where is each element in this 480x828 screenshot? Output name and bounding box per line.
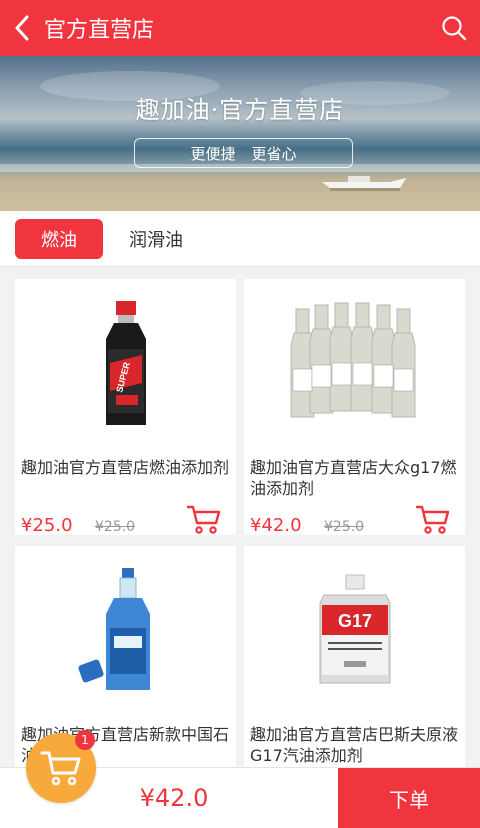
- product-image: [244, 279, 465, 449]
- chevron-left-icon: [15, 15, 29, 41]
- product-price: ¥42.0: [250, 515, 302, 535]
- search-icon: [442, 16, 467, 41]
- svg-text:G17: G17: [337, 611, 371, 631]
- total-price: ¥42.0: [139, 784, 209, 812]
- product-price: ¥25.0: [21, 515, 73, 535]
- product-original-price: ¥25.0: [324, 519, 365, 535]
- back-button[interactable]: [2, 0, 42, 56]
- place-order-button[interactable]: 下单: [338, 768, 480, 828]
- banner-tag-convenient: 更便捷: [190, 144, 236, 163]
- search-button[interactable]: [438, 12, 470, 44]
- shopping-cart-icon: [40, 751, 81, 786]
- product-card[interactable]: SUPER 趣加油官方直营店燃油添加剂 ¥25.0 ¥25.0: [15, 279, 236, 535]
- cart-count-badge: 1: [75, 730, 95, 750]
- banner-tag-worry-free: 更省心: [251, 144, 297, 163]
- category-tabs: 燃油 润滑油: [0, 211, 480, 267]
- header-bar: 官方直营店: [0, 0, 480, 56]
- page: 官方直营店 趣加油·官方直营店 更便捷 更省心 燃油 润滑油 SUPER 趣加油…: [0, 0, 480, 828]
- add-to-cart-icon[interactable]: [186, 503, 222, 535]
- product-name: 趣加油官方直营店燃油添加剂: [21, 458, 230, 477]
- product-name: 趣加油官方直营店巴斯夫原液G17汽油添加剂: [250, 725, 459, 765]
- tab-lubricant[interactable]: 润滑油: [112, 219, 200, 259]
- product-card[interactable]: 趣加油官方直营店大众g17燃油添加剂 ¥42.0 ¥25.0: [244, 279, 465, 535]
- product-name: 趣加油官方直营店大众g17燃油添加剂: [250, 458, 457, 498]
- product-image: G17: [244, 546, 465, 716]
- tab-fuel[interactable]: 燃油: [15, 219, 103, 259]
- boat-image: [322, 176, 406, 191]
- product-grid: SUPER 趣加油官方直营店燃油添加剂 ¥25.0 ¥25.0 趣加油官方直营店…: [0, 267, 480, 802]
- product-image: [15, 546, 236, 716]
- product-original-price: ¥25.0: [95, 519, 136, 535]
- product-image: SUPER: [15, 279, 236, 449]
- banner-tagline: 更便捷 更省心: [134, 138, 353, 168]
- add-to-cart-icon[interactable]: [415, 503, 451, 535]
- banner-title: 趣加油·官方直营店: [135, 96, 345, 124]
- product-card[interactable]: G17 趣加油官方直营店巴斯夫原液G17汽油添加剂: [244, 546, 465, 802]
- page-title: 官方直营店: [44, 18, 155, 43]
- store-banner: 趣加油·官方直营店 更便捷 更省心: [0, 56, 480, 211]
